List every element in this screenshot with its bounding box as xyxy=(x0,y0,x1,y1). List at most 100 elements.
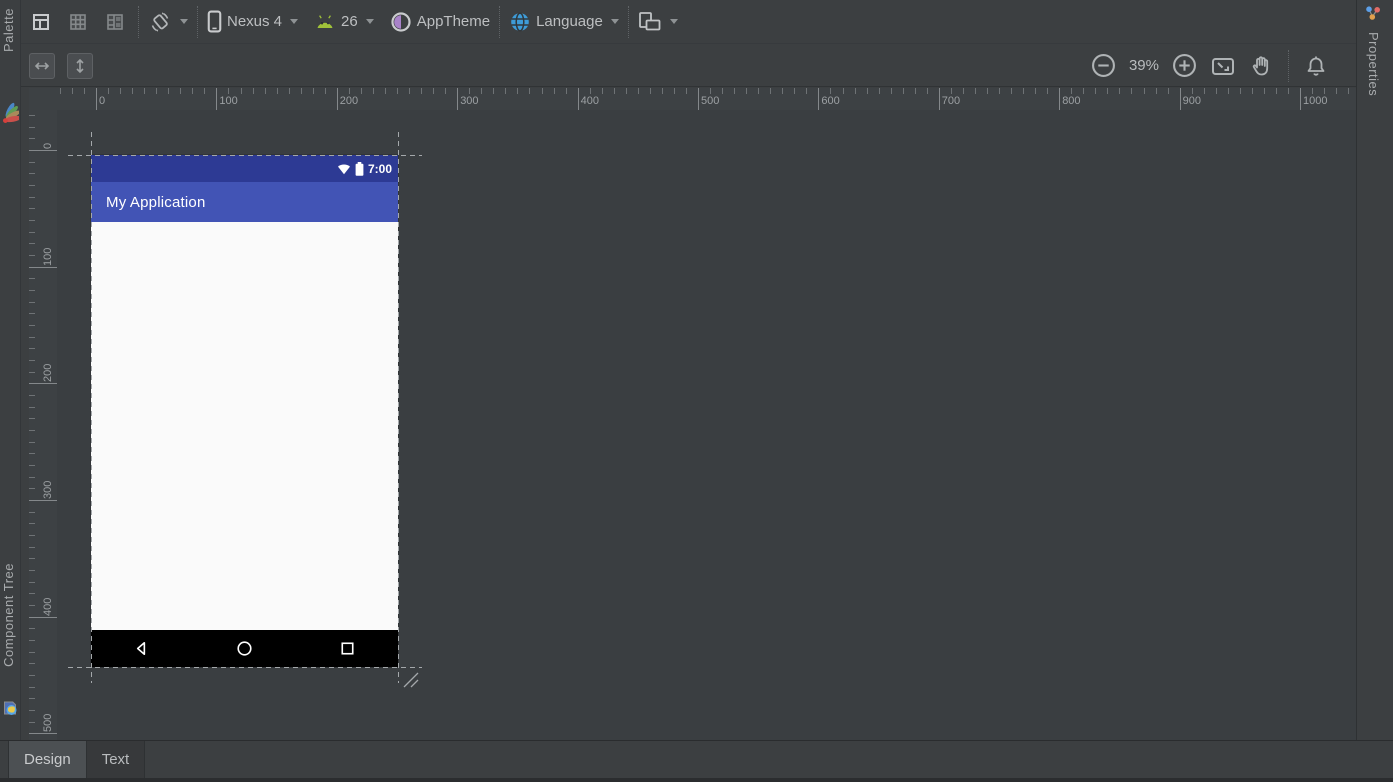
ruler-tick xyxy=(1312,88,1313,94)
device-preview[interactable]: 7:00 My Application xyxy=(91,155,398,667)
pan-button[interactable] xyxy=(1249,54,1273,78)
ruler-tick xyxy=(1336,88,1338,94)
language-selector[interactable]: Language xyxy=(509,11,619,33)
zoom-out-button[interactable] xyxy=(1091,53,1116,78)
ruler-tick xyxy=(397,88,398,94)
theme-selector[interactable]: AppTheme xyxy=(390,11,490,33)
ruler-tick xyxy=(962,88,964,94)
ruler-tick xyxy=(710,88,711,94)
ruler-tick xyxy=(300,88,302,94)
zoom-to-fit-button[interactable] xyxy=(1210,54,1236,78)
ruler-tick xyxy=(637,88,639,94)
status-bar[interactable]: 7:00 xyxy=(91,155,398,182)
ruler-tick xyxy=(734,88,736,94)
ruler-tick xyxy=(565,88,567,94)
orientation-selector[interactable] xyxy=(148,10,188,34)
ruler-tick xyxy=(553,88,555,94)
ruler-tick xyxy=(457,88,459,110)
home-icon[interactable] xyxy=(235,639,254,658)
recents-icon[interactable] xyxy=(338,639,357,658)
zoom-in-button[interactable] xyxy=(1172,53,1197,78)
theme-label: AppTheme xyxy=(416,13,491,30)
ruler-tick xyxy=(29,674,35,676)
ruler-tick xyxy=(29,301,35,303)
ruler-tick xyxy=(1275,88,1277,94)
tab-design[interactable]: Design xyxy=(8,741,87,778)
phone-device-icon xyxy=(207,10,222,33)
app-bar[interactable]: My Application xyxy=(91,182,398,222)
ruler-tick xyxy=(806,88,808,94)
rotate-device-icon xyxy=(148,10,172,34)
ruler-tick xyxy=(29,150,57,151)
layout-content-area[interactable] xyxy=(91,222,398,630)
ruler-tick xyxy=(421,88,423,94)
device-selector[interactable]: Nexus 4 xyxy=(207,10,299,33)
ruler-tick xyxy=(1095,88,1097,94)
selection-bound-bottom xyxy=(68,667,422,668)
chevron-down-icon xyxy=(669,19,678,24)
component-tree-tool-button[interactable]: Component Tree xyxy=(1,563,16,667)
ruler-label: 500 xyxy=(42,713,54,733)
blueprint-view-icon xyxy=(69,13,87,31)
ruler-tick xyxy=(29,336,35,338)
ruler-label: 400 xyxy=(580,95,599,107)
back-icon[interactable] xyxy=(132,639,151,658)
ruler-tick xyxy=(156,88,158,94)
match-height-button[interactable] xyxy=(67,52,93,79)
ruler-tick xyxy=(938,88,940,110)
chevron-down-icon xyxy=(290,19,299,24)
match-width-button[interactable] xyxy=(29,52,55,79)
palette-tool-icon[interactable] xyxy=(2,100,19,130)
ruler-tick xyxy=(999,88,1000,94)
ruler-tick xyxy=(29,255,35,256)
surface-toolbar: 39% xyxy=(21,45,1356,87)
properties-tool-button[interactable]: Properties xyxy=(1366,32,1381,96)
palette-tool-button[interactable]: Palette xyxy=(1,8,16,52)
ruler-tick xyxy=(29,511,35,513)
theme-icon xyxy=(390,11,412,33)
ruler-tick xyxy=(29,709,35,711)
ruler-tick xyxy=(29,406,35,408)
language-label: Language xyxy=(536,13,603,30)
ruler-tick xyxy=(29,278,35,280)
ruler-tick xyxy=(29,138,35,140)
selection-bound-left xyxy=(91,132,92,683)
ruler-tick xyxy=(29,721,35,723)
ruler-tick xyxy=(192,88,194,94)
ruler-tick xyxy=(1263,88,1265,94)
resize-handle-icon[interactable] xyxy=(401,670,420,689)
editor-mode-tabs: Design Text xyxy=(0,740,1393,778)
api-level-selector[interactable]: 26 xyxy=(314,13,374,30)
blueprint-view-button[interactable] xyxy=(64,8,92,36)
design-view-button[interactable] xyxy=(27,8,55,36)
properties-tool-icon[interactable] xyxy=(1364,5,1382,22)
ruler-tick xyxy=(758,88,760,94)
ruler-label: 500 xyxy=(701,95,720,107)
split-view-button[interactable] xyxy=(101,8,129,36)
component-tree-tool-icon[interactable] xyxy=(2,700,19,717)
variant-selector[interactable] xyxy=(638,11,678,32)
ruler-tick xyxy=(902,88,904,94)
ruler-tick xyxy=(59,88,61,94)
ruler-label: 600 xyxy=(821,95,840,107)
notifications-button[interactable] xyxy=(1304,54,1328,78)
ruler-tick xyxy=(577,88,579,110)
ruler-tick xyxy=(722,88,724,94)
ruler-tick xyxy=(324,88,326,94)
vertical-ruler: 0 100 200 300 400 500 xyxy=(29,110,57,740)
ruler-tick xyxy=(240,88,242,94)
design-surface[interactable]: 7:00 My Application xyxy=(57,110,1356,740)
ruler-tick xyxy=(445,88,447,94)
globe-icon xyxy=(509,11,531,33)
tab-text[interactable]: Text xyxy=(86,741,146,778)
ruler-tick xyxy=(372,88,374,94)
ruler-tick xyxy=(29,558,35,560)
ruler-tick xyxy=(29,604,35,606)
ruler-tick xyxy=(794,88,796,94)
design-view-icon xyxy=(32,13,50,31)
navigation-bar[interactable] xyxy=(91,630,398,667)
ruler-tick xyxy=(950,88,952,94)
ruler-label: 200 xyxy=(42,363,54,383)
ruler-tick xyxy=(1324,88,1326,94)
design-toolbar: Nexus 4 26 AppTheme Language xyxy=(21,0,1356,44)
